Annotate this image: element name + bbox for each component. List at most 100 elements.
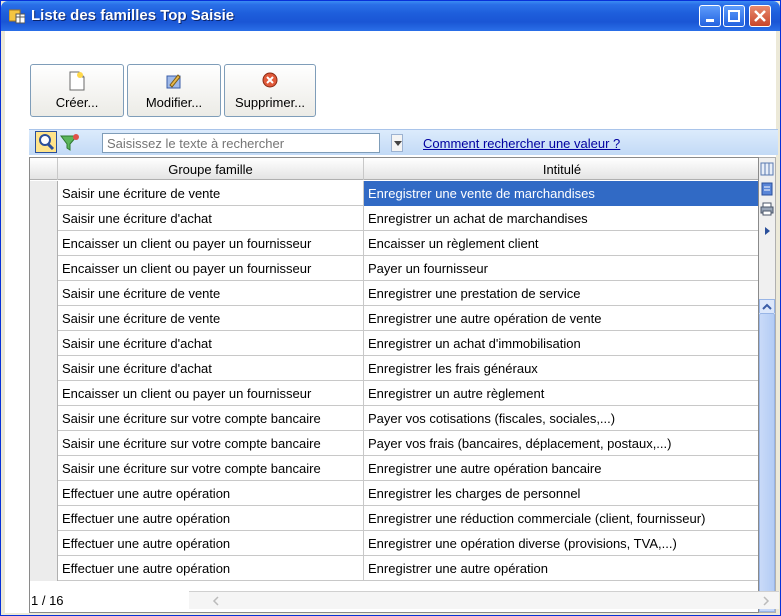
row-selector[interactable] bbox=[30, 406, 58, 431]
cell-groupe-famille[interactable]: Saisir une écriture sur votre compte ban… bbox=[58, 406, 364, 431]
table-row[interactable]: Saisir une écriture d'achat Enregistrer u… bbox=[30, 206, 758, 231]
cell-groupe-famille[interactable]: Saisir une écriture de vente bbox=[58, 281, 364, 306]
header-selector[interactable] bbox=[30, 158, 58, 180]
cell-groupe-famille[interactable]: Encaisser un client ou payer un fourniss… bbox=[58, 381, 364, 406]
row-selector[interactable] bbox=[30, 281, 58, 306]
cell-groupe-famille[interactable]: Saisir une écriture d'achat bbox=[58, 356, 364, 381]
cell-intitule[interactable]: Enregistrer un achat de marchandises bbox=[364, 206, 758, 231]
chevron-left-icon[interactable] bbox=[209, 594, 223, 608]
cell-groupe-famille[interactable]: Saisir une écriture d'achat bbox=[58, 331, 364, 356]
horizontal-scrollbar[interactable] bbox=[189, 591, 779, 609]
cell-intitule[interactable]: Enregistrer une autre opération bbox=[364, 556, 758, 581]
cell-intitule[interactable]: Enregistrer une prestation de service bbox=[364, 281, 758, 306]
cell-intitule[interactable]: Enregistrer les charges de personnel bbox=[364, 481, 758, 506]
maximize-button[interactable] bbox=[723, 5, 745, 27]
maximize-icon bbox=[728, 10, 740, 22]
vertical-scroll-thumb[interactable] bbox=[759, 313, 775, 596]
create-button[interactable]: Créer... bbox=[30, 64, 124, 117]
row-selector[interactable] bbox=[30, 481, 58, 506]
cell-intitule[interactable]: Enregistrer une autre opération bancaire bbox=[364, 456, 758, 481]
row-selector[interactable] bbox=[30, 331, 58, 356]
row-selector[interactable] bbox=[30, 356, 58, 381]
toolbar: Créer... Modifier... Supprimer... bbox=[5, 31, 776, 123]
minimize-button[interactable] bbox=[699, 5, 721, 27]
cell-intitule[interactable]: Enregistrer un achat d'immobilisation bbox=[364, 331, 758, 356]
modify-label: Modifier... bbox=[145, 95, 203, 110]
delete-icon bbox=[262, 72, 278, 88]
cell-groupe-famille[interactable]: Effectuer une autre opération bbox=[58, 531, 364, 556]
row-selector[interactable] bbox=[30, 381, 58, 406]
cell-groupe-famille[interactable]: Effectuer une autre opération bbox=[58, 506, 364, 531]
table-row[interactable]: Saisir une écriture de vente Enregistrer … bbox=[30, 181, 758, 206]
row-selector[interactable] bbox=[30, 181, 58, 206]
cell-intitule[interactable]: Payer vos frais (bancaires, déplacement,… bbox=[364, 431, 758, 456]
cell-groupe-famille[interactable]: Encaisser un client ou payer un fourniss… bbox=[58, 256, 364, 281]
minimize-icon bbox=[706, 19, 714, 22]
cell-intitule[interactable]: Payer vos cotisations (fiscales, sociale… bbox=[364, 406, 758, 431]
row-selector[interactable] bbox=[30, 556, 58, 581]
search-dropdown-button[interactable] bbox=[391, 134, 403, 152]
cell-groupe-famille[interactable]: Effectuer une autre opération bbox=[58, 556, 364, 581]
cell-groupe-famille[interactable]: Saisir une écriture de vente bbox=[58, 181, 364, 206]
cell-groupe-famille[interactable]: Saisir une écriture de vente bbox=[58, 306, 364, 331]
cell-groupe-famille[interactable]: Saisir une écriture sur votre compte ban… bbox=[58, 456, 364, 481]
cell-intitule[interactable]: Enregistrer une autre opération de vente bbox=[364, 306, 758, 331]
edit-icon bbox=[166, 74, 181, 89]
vertical-scroll-track[interactable] bbox=[759, 313, 775, 596]
window-title: Liste des familles Top Saisie bbox=[31, 7, 235, 24]
column-header-groupe[interactable]: Groupe famille bbox=[58, 158, 364, 180]
cell-groupe-famille[interactable]: Saisir une écriture d'achat bbox=[58, 206, 364, 231]
search-button[interactable] bbox=[35, 131, 57, 153]
title-bar[interactable]: Liste des familles Top Saisie bbox=[1, 1, 780, 31]
row-selector[interactable] bbox=[30, 431, 58, 456]
row-selector[interactable] bbox=[30, 256, 58, 281]
search-help-link[interactable]: Comment rechercher une valeur ? bbox=[423, 136, 620, 151]
row-selector[interactable] bbox=[30, 206, 58, 231]
folder-grid-icon bbox=[9, 9, 25, 24]
row-selector[interactable] bbox=[30, 456, 58, 481]
table-row[interactable]: Saisir une écriture de vente Enregistrer … bbox=[30, 306, 758, 331]
table-row[interactable]: Saisir une écriture sur votre compte ban… bbox=[30, 456, 758, 481]
cell-groupe-famille[interactable]: Encaisser un client ou payer un fourniss… bbox=[58, 231, 364, 256]
row-selector[interactable] bbox=[30, 531, 58, 556]
side-tool-strip bbox=[759, 157, 776, 613]
row-selector[interactable] bbox=[30, 231, 58, 256]
table-row[interactable]: Saisir une écriture sur votre compte ban… bbox=[30, 431, 758, 456]
cell-groupe-famille[interactable]: Effectuer une autre opération bbox=[58, 481, 364, 506]
cell-groupe-famille[interactable]: Saisir une écriture sur votre compte ban… bbox=[58, 431, 364, 456]
table-row[interactable]: Encaisser un client ou payer un fourniss… bbox=[30, 256, 758, 281]
export-icon[interactable] bbox=[760, 182, 774, 196]
cell-intitule[interactable]: Enregistrer une vente de marchandises bbox=[364, 181, 758, 206]
arrow-right-icon[interactable] bbox=[760, 224, 774, 238]
cell-intitule[interactable]: Encaisser un règlement client bbox=[364, 231, 758, 256]
column-chooser-icon[interactable] bbox=[760, 162, 774, 176]
create-label: Créer... bbox=[55, 95, 99, 110]
row-selector[interactable] bbox=[30, 306, 58, 331]
table-row[interactable]: Effectuer une autre opération Enregistrer… bbox=[30, 481, 758, 506]
delete-button[interactable]: Supprimer... bbox=[224, 64, 316, 117]
table-row[interactable]: Saisir une écriture d'achat Enregistrer u… bbox=[30, 331, 758, 356]
column-header-intitule[interactable]: Intitulé bbox=[364, 158, 758, 180]
table-row[interactable]: Effectuer une autre opération Enregistrer… bbox=[30, 531, 758, 556]
cell-intitule[interactable]: Enregistrer une opération diverse (provi… bbox=[364, 531, 758, 556]
table-row[interactable]: Encaisser un client ou payer un fourniss… bbox=[30, 381, 758, 406]
print-icon[interactable] bbox=[760, 202, 774, 216]
search-input[interactable] bbox=[102, 133, 380, 153]
cell-intitule[interactable]: Enregistrer une réduction commerciale (c… bbox=[364, 506, 758, 531]
chevron-right-icon[interactable] bbox=[759, 594, 773, 608]
table-row[interactable]: Encaisser un client ou payer un fourniss… bbox=[30, 231, 758, 256]
table-row[interactable]: Effectuer une autre opération Enregistrer… bbox=[30, 556, 758, 581]
families-table: Groupe famille Intitulé Saisir une écrit… bbox=[29, 157, 759, 613]
cell-intitule[interactable]: Enregistrer un autre règlement bbox=[364, 381, 758, 406]
table-row[interactable]: Saisir une écriture d'achat Enregistrer l… bbox=[30, 356, 758, 381]
modify-button[interactable]: Modifier... bbox=[127, 64, 221, 117]
close-button[interactable] bbox=[749, 5, 771, 27]
cell-intitule[interactable]: Payer un fournisseur bbox=[364, 256, 758, 281]
table-row[interactable]: Saisir une écriture sur votre compte ban… bbox=[30, 406, 758, 431]
cell-intitule[interactable]: Enregistrer les frais généraux bbox=[364, 356, 758, 381]
row-selector[interactable] bbox=[30, 506, 58, 531]
search-bar: Comment rechercher une valeur ? bbox=[29, 129, 778, 155]
table-row[interactable]: Effectuer une autre opération Enregistrer… bbox=[30, 506, 758, 531]
filter-icon[interactable] bbox=[59, 133, 81, 153]
table-row[interactable]: Saisir une écriture de vente Enregistrer … bbox=[30, 281, 758, 306]
